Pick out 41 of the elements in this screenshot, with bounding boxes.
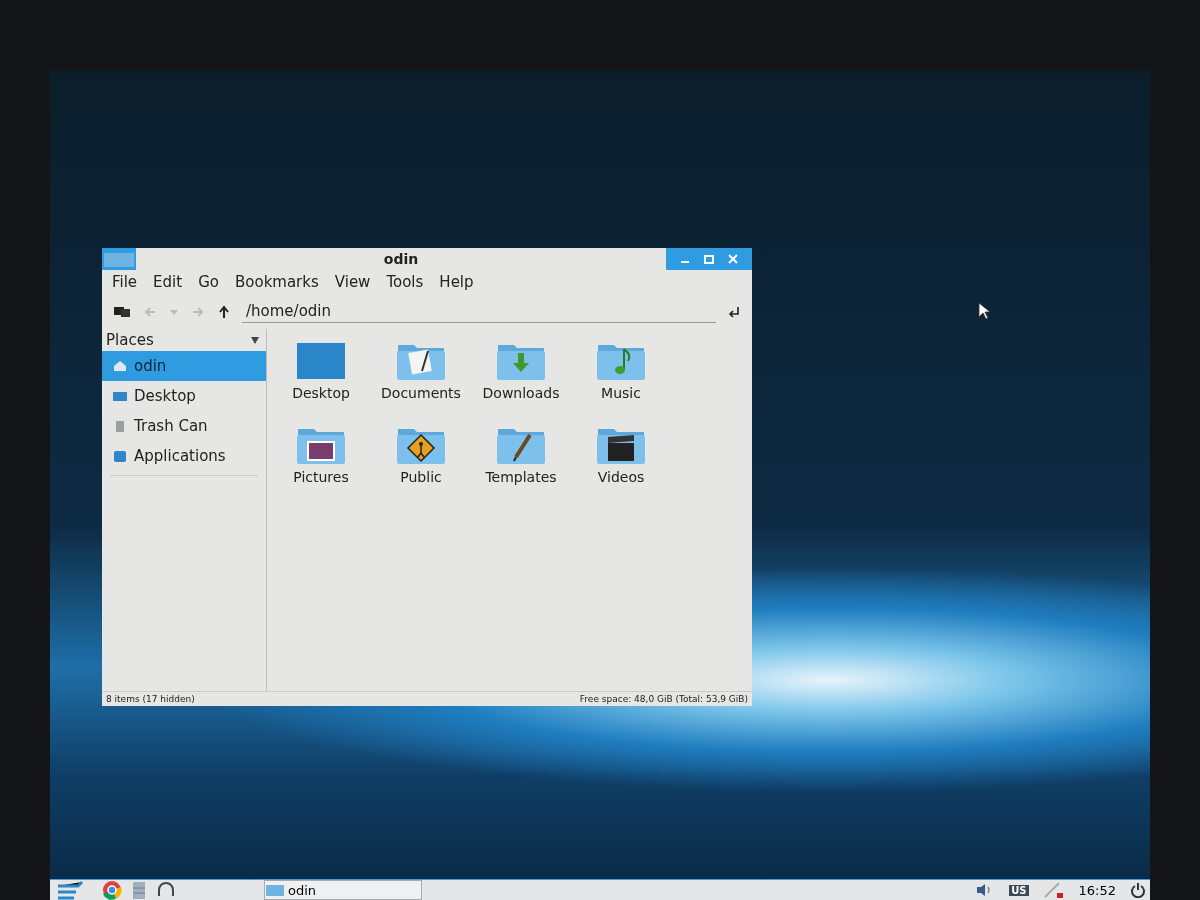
folder-icon: [102, 248, 136, 270]
location-field[interactable]: /home/odin: [242, 300, 716, 323]
menu-item[interactable]: File: [112, 273, 138, 291]
menu-item[interactable]: Edit: [153, 273, 183, 291]
sidebar-item[interactable]: Desktop: [102, 381, 266, 411]
sidebar-item[interactable]: Trash Can: [102, 411, 266, 441]
file-cabinet-icon[interactable]: [130, 880, 148, 900]
file-label: Downloads: [482, 385, 560, 401]
house-icon: [112, 359, 128, 373]
file-label: Public: [400, 469, 442, 485]
sidebar-item[interactable]: Applications: [102, 441, 266, 471]
folder-icon: [265, 883, 285, 897]
power-icon[interactable]: [1130, 882, 1146, 898]
menu-item[interactable]: View: [334, 273, 371, 291]
menu-item[interactable]: Bookmarks: [235, 273, 319, 291]
free-space-text: Free space: 48,0 GiB (Total: 53,9 GiB): [579, 694, 748, 704]
window-title: odin: [382, 251, 420, 267]
menu-item[interactable]: Go: [198, 273, 219, 291]
file-label: Pictures: [293, 469, 349, 485]
file-label: Music: [601, 385, 641, 401]
keyboard-layout-indicator[interactable]: US: [1009, 884, 1029, 896]
menu-item[interactable]: Tools: [386, 273, 424, 291]
status-text: 8 items (17 hidden): [106, 694, 195, 704]
file-label: Videos: [597, 469, 645, 485]
up-arrow-icon[interactable]: [216, 303, 232, 320]
mouse-pointer-icon: [978, 302, 990, 320]
rectangle-icon: [112, 389, 128, 403]
network-disconnected-icon[interactable]: [1042, 881, 1065, 899]
file-label: Documents: [381, 385, 461, 401]
taskbar-window-button[interactable]: odin: [264, 880, 422, 900]
file-label: Templates: [485, 469, 557, 485]
file-label: Desktop: [292, 385, 350, 401]
clock: 16:52: [1078, 882, 1116, 898]
menu-item[interactable]: Help: [439, 273, 474, 291]
dropdown-caret-icon[interactable]: [250, 335, 260, 345]
cube-icon: [112, 449, 128, 463]
maximize-icon[interactable]: [702, 252, 716, 266]
close-icon[interactable]: [726, 252, 740, 266]
browser-icon[interactable]: [102, 880, 122, 900]
sidebar-item[interactable]: odin: [102, 351, 266, 381]
sidebar-title: Places: [106, 331, 154, 349]
